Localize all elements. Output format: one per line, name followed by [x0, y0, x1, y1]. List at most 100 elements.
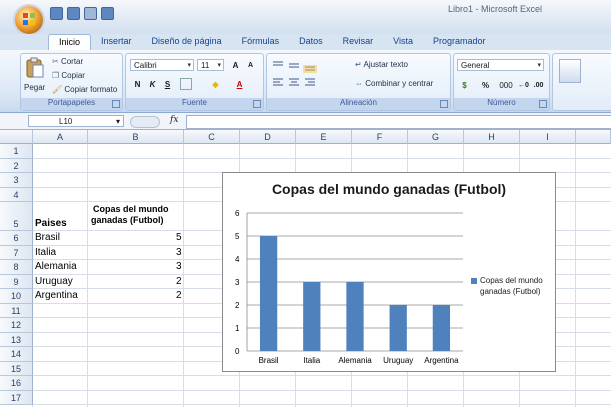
- column-header-h[interactable]: H: [464, 130, 520, 144]
- number-format-select[interactable]: General ▾: [457, 59, 544, 71]
- print-preview-icon[interactable]: [101, 6, 114, 20]
- group-fuente: Calibri ▾ 11 ▾ A A N K S ◈ A Fuente: [125, 53, 264, 111]
- grow-font-icon[interactable]: A: [228, 59, 243, 73]
- row-header-7[interactable]: 7: [0, 245, 33, 260]
- grid-column-line: [87, 144, 88, 407]
- alignment-icons[interactable]: [271, 59, 351, 89]
- cell-b7[interactable]: 3: [176, 247, 182, 258]
- row-header-17[interactable]: 17: [0, 390, 33, 405]
- undo-icon[interactable]: [67, 6, 80, 20]
- decrease-decimal-icon[interactable]: .00: [531, 79, 546, 93]
- tab-inicio[interactable]: Inicio: [48, 34, 92, 51]
- save-icon[interactable]: [50, 6, 63, 20]
- fill-color-icon[interactable]: ◈: [208, 78, 223, 92]
- row-header-13[interactable]: 13: [0, 332, 33, 347]
- shrink-font-icon[interactable]: A: [243, 59, 258, 73]
- tab-insertar[interactable]: Insertar: [91, 34, 142, 50]
- row-header-10[interactable]: 10: [0, 289, 33, 304]
- grid-row-line: [33, 389, 611, 391]
- formula-input[interactable]: [186, 115, 611, 129]
- tab-formulas[interactable]: Fórmulas: [232, 34, 290, 50]
- tab-datos[interactable]: Datos: [289, 34, 333, 50]
- embedded-chart[interactable]: Copas del mundo ganadas (Futbol) 0 1 2 3 4 5 6…: [222, 172, 556, 372]
- column-header-b[interactable]: B: [88, 130, 184, 144]
- merge-center-button[interactable]: ⇔ Combinar y centrar: [355, 79, 433, 88]
- column-header-e[interactable]: E: [296, 130, 352, 144]
- percent-button[interactable]: %: [478, 79, 493, 93]
- chevron-down-icon: ▾: [217, 62, 221, 69]
- bar: [432, 305, 451, 351]
- bar: [389, 305, 407, 351]
- row-header-9[interactable]: 9: [0, 274, 33, 289]
- column-header-g[interactable]: G: [408, 130, 464, 144]
- group-label-numero: Número: [454, 98, 549, 110]
- bold-button[interactable]: N: [130, 78, 145, 92]
- legend-label-line1: Copas del mundo: [480, 276, 543, 285]
- cell-b5-line1[interactable]: Copas del mundo: [93, 204, 169, 214]
- currency-icon[interactable]: $: [457, 79, 472, 93]
- paste-icon[interactable]: [25, 57, 45, 79]
- row-header-8[interactable]: 8: [0, 260, 33, 275]
- row-header-11[interactable]: 11: [0, 303, 33, 318]
- cell-a8[interactable]: Alemania: [35, 261, 77, 272]
- fx-icon[interactable]: fx: [170, 115, 178, 125]
- row-header-4[interactable]: 4: [0, 187, 33, 202]
- cell-a7[interactable]: Italia: [35, 247, 56, 258]
- font-color-icon[interactable]: A: [232, 78, 247, 92]
- tab-revisar[interactable]: Revisar: [333, 34, 384, 50]
- dialog-launcher-icon[interactable]: [539, 100, 547, 108]
- row-header-6[interactable]: 6: [0, 231, 33, 246]
- row-header-1[interactable]: 1: [0, 144, 33, 159]
- quick-access-toolbar: [50, 5, 114, 21]
- cell-a9[interactable]: Uruguay: [35, 276, 73, 287]
- column-header-d[interactable]: D: [240, 130, 296, 144]
- increase-decimal-icon[interactable]: ←0: [516, 79, 531, 93]
- window-title: Libro1 - Microsoft Excel: [448, 4, 543, 14]
- column-header-c[interactable]: C: [184, 130, 240, 144]
- grid-row-line: [33, 404, 611, 405]
- cell-b10[interactable]: 2: [176, 290, 182, 301]
- copy-button[interactable]: ❐ Copiar: [52, 71, 85, 80]
- cell-b5-line2[interactable]: ganadas (Futbol): [91, 215, 164, 225]
- cut-button[interactable]: ✂ Cortar: [52, 57, 83, 66]
- cell-a6[interactable]: Brasil: [35, 232, 60, 243]
- font-size-select[interactable]: 11 ▾: [197, 59, 224, 71]
- row-header-14[interactable]: 14: [0, 347, 33, 362]
- conditional-format-icon[interactable]: [559, 59, 581, 83]
- row-header-3[interactable]: 3: [0, 173, 33, 188]
- underline-button[interactable]: S: [160, 78, 175, 92]
- redo-icon[interactable]: [84, 6, 97, 20]
- column-header-a[interactable]: A: [33, 130, 88, 144]
- select-all-corner[interactable]: [0, 130, 33, 144]
- row-header-15[interactable]: 15: [0, 361, 33, 376]
- tab-diseno-pagina[interactable]: Diseño de página: [142, 34, 232, 50]
- thousands-button[interactable]: 000: [496, 79, 516, 93]
- row-header-2[interactable]: 2: [0, 158, 33, 173]
- italic-button[interactable]: K: [145, 78, 160, 92]
- format-painter-button[interactable]: 🖌 Copiar formato: [52, 85, 117, 94]
- borders-icon[interactable]: [180, 78, 192, 90]
- column-header-i[interactable]: I: [520, 130, 576, 144]
- cell-b9[interactable]: 2: [176, 276, 182, 287]
- cell-b8[interactable]: 3: [176, 261, 182, 272]
- font-name-select[interactable]: Calibri ▾: [130, 59, 194, 71]
- dialog-launcher-icon[interactable]: [440, 100, 448, 108]
- dialog-launcher-icon[interactable]: [253, 100, 261, 108]
- cell-a5[interactable]: Paises: [35, 218, 67, 229]
- tab-vista[interactable]: Vista: [383, 34, 423, 50]
- row-header-5[interactable]: 5: [0, 202, 33, 231]
- row-header-16[interactable]: 16: [0, 376, 33, 391]
- dialog-launcher-icon[interactable]: [112, 100, 120, 108]
- tab-programador[interactable]: Programador: [423, 34, 496, 50]
- name-box[interactable]: L10 ▾: [28, 115, 124, 127]
- group-label-fuente: Fuente: [126, 98, 263, 110]
- y-tick-label: 4: [235, 255, 240, 264]
- wrap-text-button[interactable]: ↵ Ajustar texto: [355, 60, 408, 69]
- paste-button[interactable]: Pegar: [24, 83, 45, 92]
- cell-a10[interactable]: Argentina: [35, 290, 78, 301]
- column-header-f[interactable]: F: [352, 130, 408, 144]
- office-button[interactable]: [15, 6, 43, 34]
- row-header-12[interactable]: 12: [0, 318, 33, 333]
- cell-b6[interactable]: 5: [176, 232, 182, 243]
- column-header-next[interactable]: [576, 130, 611, 144]
